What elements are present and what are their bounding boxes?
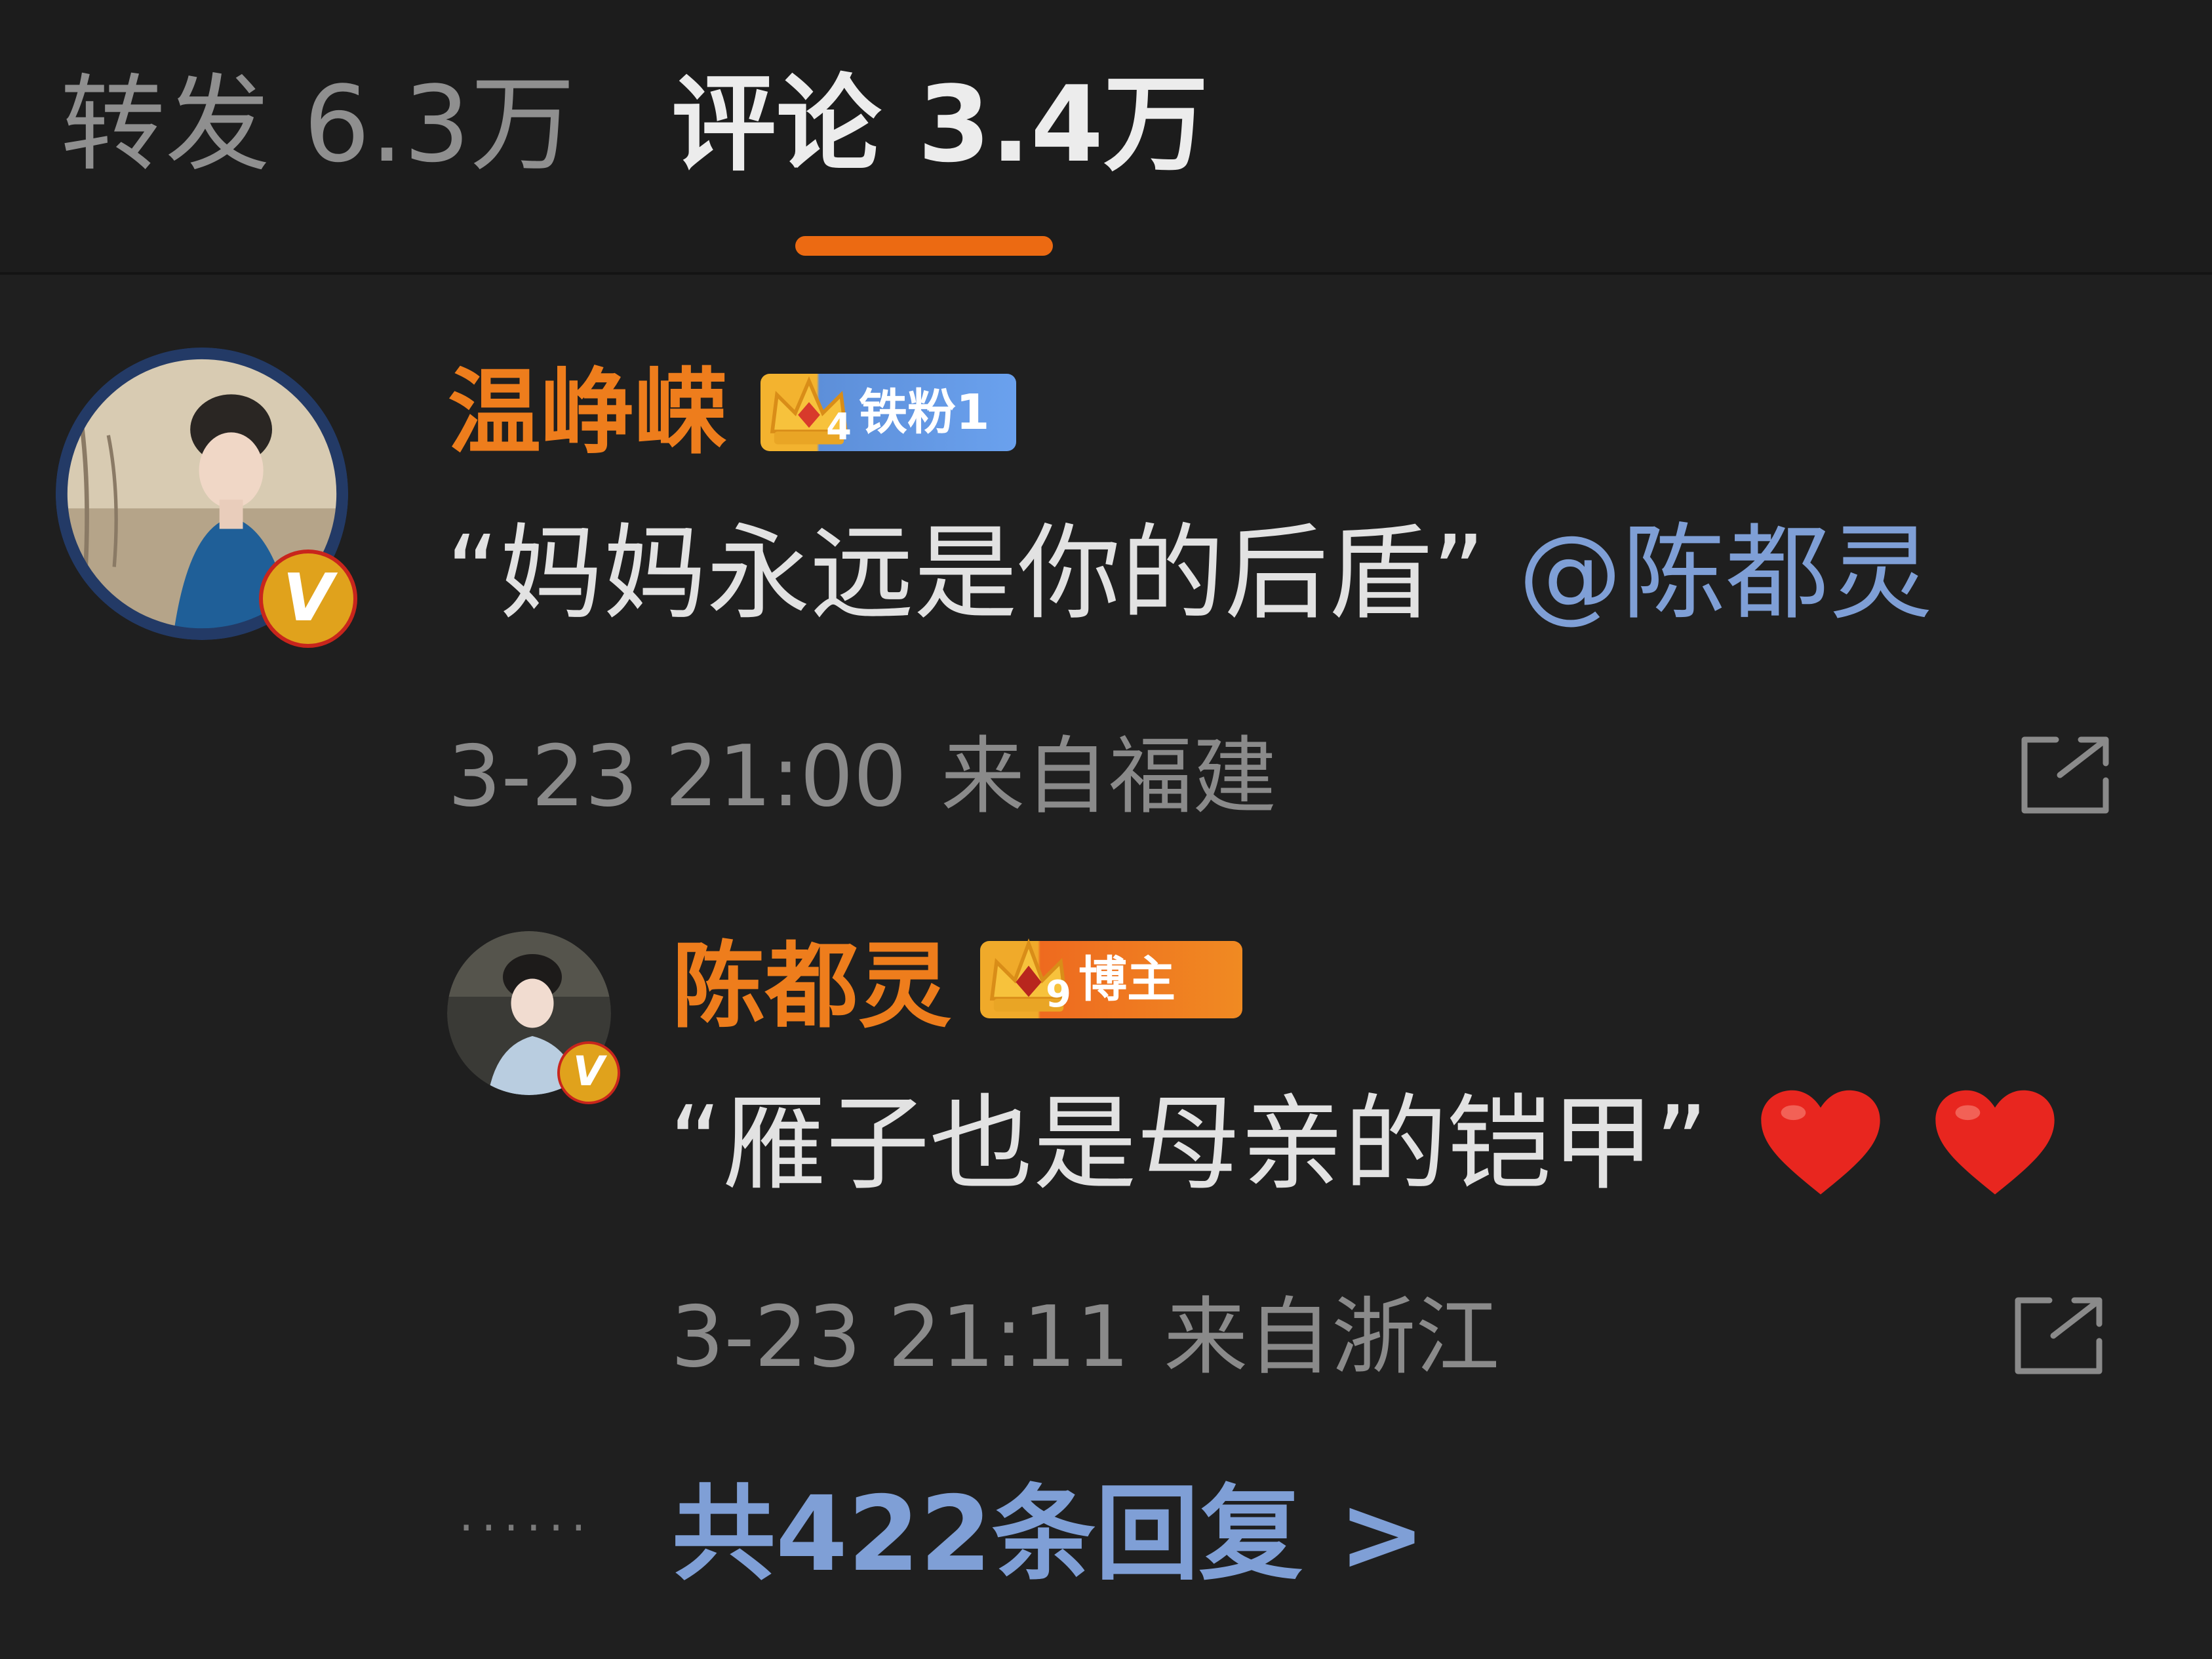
reply-body: “雁子也是母亲的铠甲” xyxy=(669,1084,1708,1205)
view-replies-link[interactable]: 共422条回复 > xyxy=(672,1469,1425,1600)
heart-icon xyxy=(1935,1090,2055,1195)
reply-avatar[interactable]: V xyxy=(447,931,620,1104)
share-icon[interactable] xyxy=(2013,1295,2104,1376)
reply-text: “雁子也是母亲的铠甲” xyxy=(669,1079,2057,1210)
blogger-badge-label: 博主 xyxy=(1078,951,1175,1008)
blogger-level: 9 xyxy=(1046,973,1071,1016)
active-tab-indicator xyxy=(795,236,1053,256)
blogger-badge[interactable]: 9 博主 xyxy=(980,938,1242,1018)
reply-username[interactable]: 陈都灵 xyxy=(672,931,951,1043)
reply-date: 3-23 21:11 xyxy=(671,1289,1130,1386)
fan-level: 4 xyxy=(826,406,852,449)
heart-icon xyxy=(1761,1090,1880,1195)
reply-meta: 3-23 21:11 来自浙江 xyxy=(671,1285,1499,1390)
tab-bar: 转发 6.3万 评论 3.4万 xyxy=(0,0,2212,275)
tab-comments[interactable]: 评论 3.4万 xyxy=(671,59,1208,190)
comment-location: 来自福建 xyxy=(941,728,1277,826)
reply-location: 来自浙江 xyxy=(1164,1289,1500,1386)
more-dots: ······ xyxy=(459,1501,594,1555)
tab-reposts[interactable]: 转发 6.3万 xyxy=(60,59,575,190)
comment-username[interactable]: 温峥嵘 xyxy=(448,357,727,469)
mention-link[interactable]: @陈都灵 xyxy=(1518,513,1933,634)
avatar[interactable]: V xyxy=(56,348,357,648)
share-icon[interactable] xyxy=(2019,734,2111,816)
comment-text: “妈妈永远是你的后盾” @陈都灵 xyxy=(446,508,1933,639)
comment-body: “妈妈永远是你的后盾” xyxy=(446,513,1486,634)
verified-v-icon: V xyxy=(259,550,357,648)
fan-badge-label: 铁粉1 xyxy=(859,384,990,441)
verified-v-icon: V xyxy=(557,1041,620,1104)
comment-date: 3-23 21:00 xyxy=(448,728,907,826)
fan-badge[interactable]: 4 铁粉1 xyxy=(760,374,1016,451)
comment-meta: 3-23 21:00 来自福建 xyxy=(448,725,1276,830)
